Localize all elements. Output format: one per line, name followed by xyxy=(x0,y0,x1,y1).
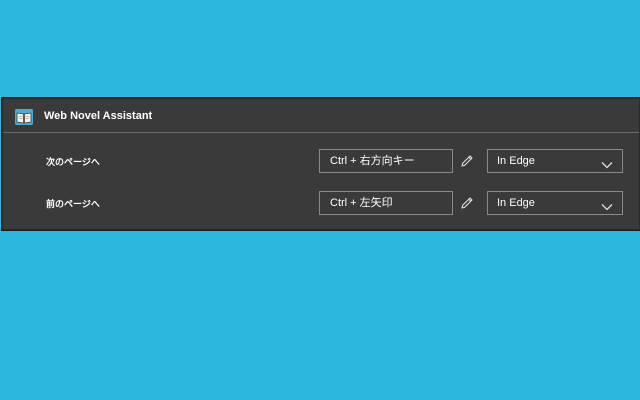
extension-title: Web Novel Assistant xyxy=(44,110,153,122)
scope-select-value: In Edge xyxy=(497,155,535,167)
shortcut-label: 次のページへ xyxy=(46,157,100,167)
extension-shortcuts-panel: Web Novel Assistant 次のページへ Ctrl + 右方向キー … xyxy=(2,98,640,230)
chevron-down-icon xyxy=(601,156,613,169)
shortcut-row-previous-page: 前のページへ Ctrl + 左矢印 In Edge xyxy=(3,191,639,217)
chevron-down-icon xyxy=(601,198,613,211)
pencil-icon[interactable] xyxy=(459,195,475,211)
shortcut-label: 前のページへ xyxy=(46,199,100,209)
shortcut-input[interactable]: Ctrl + 左矢印 xyxy=(319,191,453,215)
open-book-icon xyxy=(15,109,33,125)
scope-select-value: In Edge xyxy=(497,197,535,209)
shortcut-row-next-page: 次のページへ Ctrl + 右方向キー In Edge xyxy=(3,149,639,175)
pencil-icon[interactable] xyxy=(459,153,475,169)
shortcut-input[interactable]: Ctrl + 右方向キー xyxy=(319,149,453,173)
scope-select[interactable]: In Edge xyxy=(487,191,623,215)
scope-select[interactable]: In Edge xyxy=(487,149,623,173)
extension-header: Web Novel Assistant xyxy=(3,99,639,133)
